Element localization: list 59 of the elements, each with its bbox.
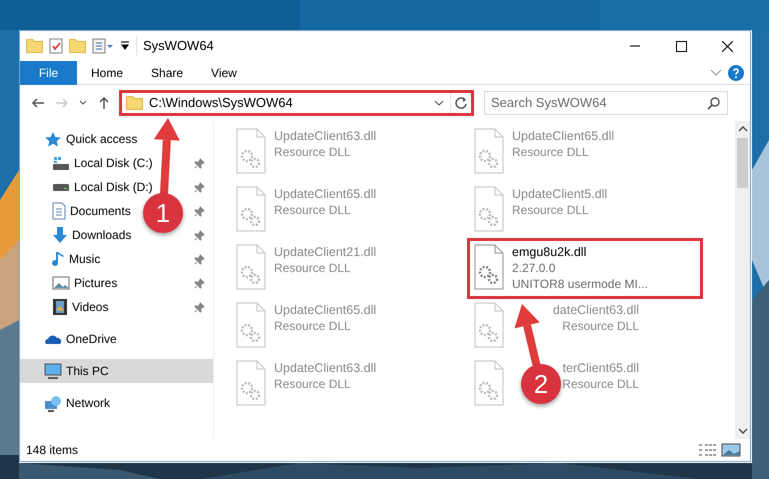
file-detail: Resource DLL xyxy=(562,318,639,334)
scroll-up-icon[interactable] xyxy=(738,126,748,132)
document-icon xyxy=(52,202,66,220)
scrollbar-thumb[interactable] xyxy=(737,138,748,188)
network-icon xyxy=(44,394,62,412)
sidebar-item[interactable]: Network xyxy=(44,394,110,412)
expand-ribbon-icon[interactable] xyxy=(710,69,722,76)
monitor-icon xyxy=(44,363,62,379)
file-detail: 2.27.0.0 xyxy=(512,260,556,276)
file-detail: UNITOR8 usermode MI... xyxy=(512,276,648,292)
view-menu-icon[interactable] xyxy=(92,38,114,54)
down-arrow-icon xyxy=(52,226,68,244)
sidebar-item[interactable]: Local Disk (C:) xyxy=(52,154,153,172)
drive-icon xyxy=(52,156,70,170)
file-detail: Resource DLL xyxy=(274,202,352,218)
address-bar[interactable]: C:\Windows\SysWOW64 xyxy=(119,90,474,116)
star-icon xyxy=(44,130,62,148)
file-detail: Resource DLL xyxy=(274,260,352,276)
file-detail: Resource DLL xyxy=(512,144,590,160)
scroll-down-icon[interactable] xyxy=(738,428,748,434)
annotation-arrow xyxy=(514,304,541,368)
sidebar-item[interactable]: Quick access xyxy=(44,130,138,148)
refresh-icon[interactable] xyxy=(454,96,468,110)
customize-caret-icon[interactable] xyxy=(120,41,130,51)
sidebar-item[interactable]: Music xyxy=(52,250,100,268)
music-note-icon xyxy=(52,251,65,267)
maximize-icon xyxy=(676,40,686,52)
ribbon-tab[interactable]: View xyxy=(197,60,251,84)
sidebar-item[interactable]: This PC xyxy=(44,362,109,380)
properties-icon[interactable] xyxy=(49,38,63,54)
file-name[interactable]: emgu8u2k.dll xyxy=(512,244,648,260)
search-box[interactable]: Search SysWOW64 xyxy=(484,91,728,115)
sidebar-item[interactable]: Local Disk (D:) xyxy=(52,178,153,196)
ribbon-tab[interactable]: Share xyxy=(137,60,198,84)
sidebar-item[interactable]: Videos xyxy=(52,298,108,316)
file-detail: Resource DLL xyxy=(274,376,352,392)
folder-icon xyxy=(126,96,143,110)
help-icon[interactable] xyxy=(728,64,744,80)
cloud-icon xyxy=(44,334,62,344)
close-icon xyxy=(722,40,732,52)
sidebar-item[interactable]: Documents xyxy=(52,202,131,220)
minimize-icon xyxy=(630,45,640,47)
file-detail: Resource DLL xyxy=(562,376,639,392)
file-detail: Resource DLL xyxy=(512,202,590,218)
film-icon xyxy=(52,298,68,316)
ribbon-tab[interactable]: Home xyxy=(77,60,138,84)
sidebar-item[interactable]: Pictures xyxy=(52,274,118,292)
file-detail: Resource DLL xyxy=(274,318,352,334)
details-view-icon[interactable] xyxy=(698,443,718,456)
sidebar-item[interactable]: Downloads xyxy=(52,226,132,244)
window-title: SysWOW64 xyxy=(136,36,214,56)
file-detail: Resource DLL xyxy=(274,144,352,160)
sidebar-item[interactable]: OneDrive xyxy=(44,330,117,348)
drive-icon xyxy=(52,182,70,192)
search-icon xyxy=(707,96,721,110)
status-text: 148 items xyxy=(26,442,78,459)
picture-icon xyxy=(52,276,70,290)
dropdown-caret-icon[interactable] xyxy=(434,100,444,106)
large-icons-view-icon[interactable] xyxy=(721,443,741,457)
